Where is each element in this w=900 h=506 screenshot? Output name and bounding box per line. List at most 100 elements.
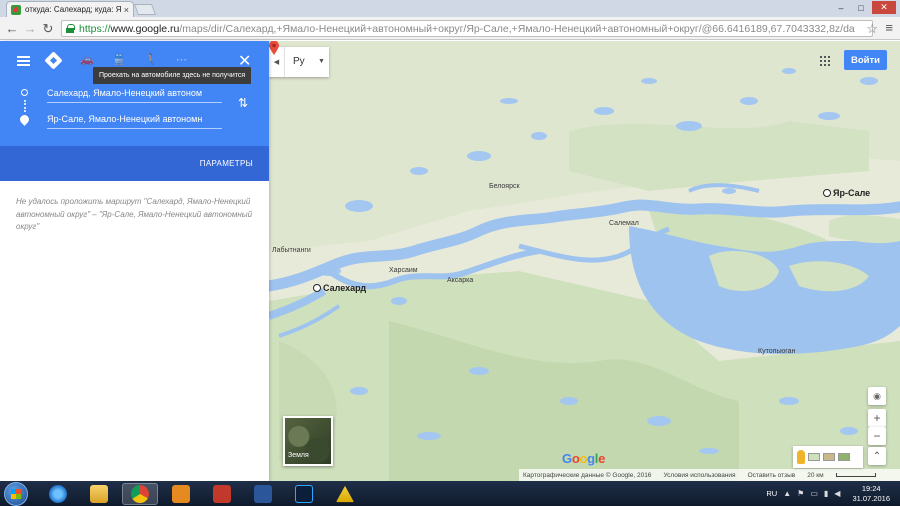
maps-favicon-icon <box>11 4 21 15</box>
map-footer: Картографические данные © Google, 2016 У… <box>519 469 900 481</box>
menu-icon[interactable] <box>17 56 30 66</box>
taskbar-photoshop[interactable] <box>286 483 322 505</box>
more-modes-icon[interactable]: ⋯ <box>176 53 187 66</box>
folder-icon <box>90 485 108 503</box>
thumbnail-2[interactable] <box>823 453 835 461</box>
map-graphic <box>269 41 900 481</box>
place-salemal: Салемал <box>609 220 639 227</box>
url-host: www.google.ru <box>110 22 180 35</box>
minimize-button[interactable]: – <box>832 1 850 14</box>
my-location-button[interactable]: ◉ <box>868 387 886 405</box>
origin-input[interactable]: Салехард, Ямало-Ненецкий автоном <box>47 85 222 103</box>
taskbar-mcafee[interactable] <box>204 483 240 505</box>
bookmark-star-icon[interactable]: ☆ <box>866 21 878 37</box>
chevron-down-icon[interactable]: ▼ <box>318 58 325 65</box>
map-canvas[interactable]: ◀ Ру ▼ Войти Белоярск Салемал Лабытнанги… <box>269 41 900 481</box>
browser-tab[interactable]: откуда: Салехард; куда: Я × <box>6 1 134 17</box>
taskbar: RU ▲ ⚑ ▭ ▮ ◀ 19:24 31.07.2016 <box>0 481 900 506</box>
logo-letter: g <box>587 451 595 466</box>
volume-icon[interactable]: ◀ <box>834 489 840 498</box>
route-error-message: Не удалось проложить маршрут "Салехард, … <box>16 197 253 231</box>
logo-letter: e <box>598 451 606 466</box>
photoshop-icon <box>295 485 313 503</box>
reload-button[interactable]: ↻ <box>40 21 56 36</box>
taskbar-media[interactable] <box>163 483 199 505</box>
network-icon[interactable]: ▮ <box>824 489 828 498</box>
zoom-in-button[interactable]: + <box>868 409 886 427</box>
display-icon[interactable]: ▭ <box>810 489 818 498</box>
salekhard-marker[interactable] <box>313 284 321 292</box>
google-logo: Google <box>562 451 605 466</box>
word-icon <box>254 485 272 503</box>
terms-link[interactable]: Условия использования <box>663 472 735 479</box>
swap-icon[interactable]: ⇅ <box>238 96 248 110</box>
flag-icon[interactable]: ⚑ <box>797 489 804 498</box>
pegman-icon[interactable] <box>797 450 805 464</box>
forward-button[interactable]: → <box>22 21 38 36</box>
url-path: /maps/dir/Салехард,+Ямало-Ненецкий+автон… <box>179 22 855 35</box>
taskbar-word[interactable] <box>245 483 281 505</box>
window-close-button[interactable]: ✕ <box>872 1 896 14</box>
chrome-menu-icon[interactable]: ≡ <box>885 20 893 35</box>
browser-titlebar: откуда: Салехард; куда: Я × – □ ✕ <box>0 0 900 17</box>
tab-close-icon[interactable]: × <box>124 5 129 15</box>
map-pin-icon[interactable] <box>269 41 279 55</box>
url-text: https://www.google.ru/maps/dir/Салехард,… <box>79 23 855 35</box>
place-salekhard: Салехард <box>323 283 367 293</box>
browser-toolbar: ← → ↻ https://www.google.ru/maps/dir/Сал… <box>0 17 900 40</box>
place-yar-sale: Яр-Сале <box>833 188 871 198</box>
back-button[interactable]: ← <box>4 21 20 36</box>
earth-label: Земля <box>288 452 309 459</box>
tab-title: откуда: Салехард; куда: Я <box>25 5 122 14</box>
ie-icon <box>49 485 67 503</box>
origin-icon <box>21 89 28 96</box>
chevron-up-icon[interactable]: ▲ <box>783 489 791 498</box>
language-select[interactable]: Ру <box>293 56 305 67</box>
zoom-out-button[interactable]: − <box>868 427 886 445</box>
destination-pin-icon <box>18 113 31 126</box>
clock[interactable]: 19:24 31.07.2016 <box>852 484 890 504</box>
mode-tooltip: Проехать на автомобиле здесь не получитс… <box>93 67 252 84</box>
street-view-controls[interactable] <box>793 446 863 468</box>
taskbar-ie[interactable] <box>40 483 76 505</box>
thumbnail-1[interactable] <box>808 453 820 461</box>
directions-panel: 🚗 🚆 🚶 ⋯ ✕ Проехать на автомобиле здесь н… <box>0 41 269 481</box>
taskbar-warning[interactable] <box>327 483 363 505</box>
start-button[interactable] <box>4 482 28 506</box>
yar-sale-marker[interactable] <box>823 189 831 197</box>
warning-icon <box>336 485 354 503</box>
car-mode-icon[interactable]: 🚗 <box>80 53 94 66</box>
url-scheme: https:// <box>79 22 111 35</box>
map-data-credit: Картографические данные © Google, 2016 <box>523 471 652 479</box>
options-button[interactable]: ПАРАМЕТРЫ <box>200 159 253 168</box>
lock-icon <box>66 24 75 33</box>
maximize-button[interactable]: □ <box>852 1 870 14</box>
taskbar-chrome[interactable] <box>122 483 158 505</box>
address-bar[interactable]: https://www.google.ru/maps/dir/Салехард,… <box>61 20 873 37</box>
directions-mode-icon[interactable] <box>44 51 63 70</box>
expand-button[interactable]: ⌃ <box>868 447 886 465</box>
shield-icon <box>213 485 231 503</box>
apps-grid-icon[interactable] <box>820 56 830 66</box>
place-aksarka: Аксарка <box>447 277 474 284</box>
place-labytnangi: Лабытнанги <box>272 247 311 254</box>
thumbnail-3[interactable] <box>838 453 850 461</box>
chrome-icon <box>131 485 149 503</box>
options-bar: ПАРАМЕТРЫ <box>0 146 269 181</box>
taskbar-explorer[interactable] <box>81 483 117 505</box>
place-kharsaim: Харсаим <box>389 267 418 274</box>
place-beloyarsk: Белоярск <box>489 183 520 190</box>
transit-mode-icon[interactable]: 🚆 <box>112 53 126 66</box>
earth-toggle[interactable]: Земля <box>283 416 333 466</box>
window-controls: – □ ✕ <box>832 1 896 14</box>
clock-time: 19:24 <box>861 483 881 493</box>
route-dots <box>24 100 26 112</box>
media-player-icon <box>172 485 190 503</box>
scale-bar <box>835 473 876 477</box>
language-indicator[interactable]: RU <box>766 489 777 498</box>
new-tab-button[interactable] <box>133 4 157 15</box>
feedback-link[interactable]: Оставить отзыв <box>748 472 796 479</box>
destination-input[interactable]: Яр-Сале, Ямало-Ненецкий автономн <box>47 111 222 129</box>
walk-mode-icon[interactable]: 🚶 <box>144 53 158 66</box>
sign-in-button[interactable]: Войти <box>844 50 887 70</box>
